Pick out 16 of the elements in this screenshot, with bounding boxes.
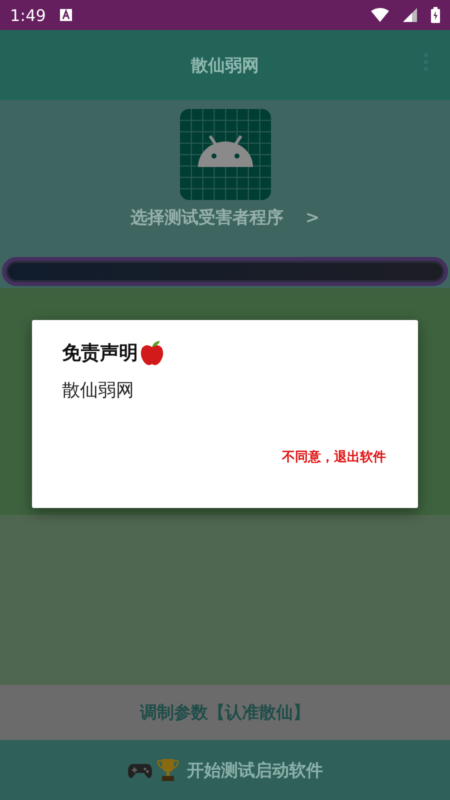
notification-icon (60, 9, 72, 21)
status-time: 1:49 (10, 6, 46, 24)
trophy-icon (157, 758, 179, 782)
toolbar-title: 散仙弱网 (191, 54, 259, 76)
chevron[interactable]: > (305, 208, 320, 228)
signal-icon (403, 8, 417, 22)
start-button[interactable]: 开始测试启动软件 (0, 740, 450, 800)
params-button[interactable]: 调制参数【认准散仙】 (0, 685, 450, 740)
target-label[interactable]: 选择测试受害者程序 (130, 206, 284, 229)
dialog-title: 免责声明 (62, 341, 138, 366)
battery-icon (431, 7, 440, 23)
wifi-icon (371, 8, 389, 22)
apple-icon (140, 340, 164, 366)
app-icon[interactable] (180, 109, 270, 200)
disagree-exit-button[interactable]: 不同意，退出软件 (278, 444, 390, 470)
dialog-message: 散仙弱网 (62, 379, 135, 402)
